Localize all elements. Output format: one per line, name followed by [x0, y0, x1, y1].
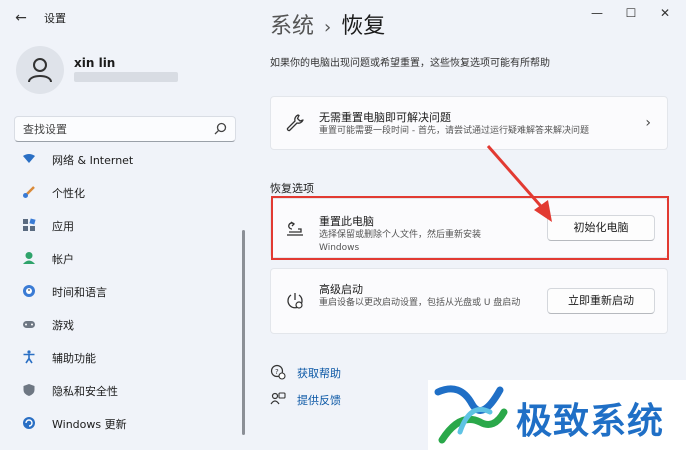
chevron-right-icon: › [645, 115, 651, 131]
sidebar-scrollbar[interactable] [242, 230, 245, 435]
close-button[interactable]: ✕ [648, 2, 682, 24]
sidebar-item-apps[interactable]: 应用 [14, 210, 236, 240]
app-title: 设置 [44, 12, 66, 25]
sidebar-item-windows-update[interactable]: Windows 更新 [14, 408, 236, 438]
wrench-icon [286, 114, 304, 132]
watermark-logo-icon [434, 385, 508, 444]
card-title: 重置此电脑 [319, 215, 374, 228]
search-icon[interactable] [214, 122, 227, 135]
watermark-text: 极致系统 [516, 401, 665, 442]
sidebar-item-time-language[interactable]: 时间和语言 [14, 276, 236, 306]
sidebar-item-gaming[interactable]: 游戏 [14, 309, 236, 339]
avatar[interactable] [16, 46, 64, 94]
breadcrumb-separator: › [324, 17, 332, 38]
link-label[interactable]: 提供反馈 [297, 392, 341, 408]
minimize-button[interactable]: — [580, 2, 614, 24]
search-input[interactable] [23, 121, 213, 137]
shield-icon [23, 384, 35, 396]
feedback-icon [270, 392, 286, 405]
sidebar-item-accounts[interactable]: 帐户 [14, 243, 236, 273]
card-description: 重启设备以更改启动设置，包括从光盘或 U 盘启动 [319, 298, 521, 308]
account-icon [23, 252, 35, 264]
sidebar-item-accessibility[interactable]: 辅助功能 [14, 342, 236, 372]
sidebar-item-label: 应用 [52, 220, 74, 233]
update-icon [23, 417, 35, 429]
sidebar-item-label: 帐户 [52, 253, 74, 266]
sidebar-item-label: Windows 更新 [52, 418, 127, 431]
sidebar-item-label: 辅助功能 [52, 352, 96, 365]
help-icon: ? [270, 364, 286, 380]
sidebar-item-label: 隐私和安全性 [52, 385, 118, 398]
page-title: 恢复 [341, 14, 386, 39]
card-description: 重置可能需要一段时间 - 首先，请尝试通过运行疑难解答来解决问题 [319, 126, 589, 136]
sidebar-item-label: 游戏 [52, 319, 74, 332]
section-title: 恢复选项 [270, 182, 314, 195]
sidebar-item-label: 时间和语言 [52, 286, 107, 299]
card-title: 高级启动 [319, 283, 363, 296]
advanced-startup-card: 高级启动 重启设备以更改启动设置，包括从光盘或 U 盘启动 立即重新启动 [270, 268, 668, 334]
settings-search[interactable] [14, 116, 236, 142]
breadcrumb-parent[interactable]: 系统 [270, 14, 314, 39]
card-description: 选择保留或删除个人文件，然后重新安装 Windows [319, 230, 482, 253]
reset-pc-button[interactable]: 初始化电脑 [547, 215, 655, 241]
svg-text:?: ? [275, 368, 279, 376]
reset-pc-icon [287, 221, 303, 236]
wifi-icon [23, 154, 35, 163]
maximize-button[interactable]: ☐ [614, 2, 648, 24]
restart-now-button[interactable]: 立即重新启动 [547, 288, 655, 314]
globe-clock-icon [23, 285, 35, 297]
sidebar-nav: 网络 & Internet 个性化 应用 帐户 时间和语言 游戏 辅助功能 隐私… [14, 150, 236, 440]
accessibility-icon [23, 350, 35, 364]
breadcrumb: 系统 › 恢复 [270, 8, 385, 40]
advanced-startup-icon [287, 293, 303, 309]
person-icon [28, 58, 52, 83]
sidebar-item-label: 网络 & Internet [52, 154, 134, 167]
brush-icon [23, 186, 35, 198]
page-description: 如果你的电脑出现问题或希望重置，这些恢复选项可能有所帮助 [270, 58, 550, 69]
reset-pc-card: 重置此电脑 选择保留或删除个人文件，然后重新安装 Windows 初始化电脑 [270, 198, 668, 258]
user-email-redacted [74, 72, 178, 82]
sidebar-item-network[interactable]: 网络 & Internet [14, 150, 236, 174]
back-button[interactable]: ← [10, 8, 32, 28]
sidebar-item-label: 个性化 [52, 187, 85, 200]
user-name: xin lin [74, 56, 116, 70]
watermark: 极致系统 [428, 380, 686, 450]
troubleshoot-card[interactable]: 无需重置电脑即可解决问题 重置可能需要一段时间 - 首先，请尝试通过运行疑难解答… [270, 96, 668, 150]
sidebar-item-personalization[interactable]: 个性化 [14, 177, 236, 207]
apps-icon [23, 218, 36, 231]
sidebar-item-privacy-security[interactable]: 隐私和安全性 [14, 375, 236, 405]
settings-window: ← 设置 — ☐ ✕ xin lin 网络 & Internet [0, 0, 686, 450]
link-label[interactable]: 获取帮助 [297, 365, 341, 381]
gamepad-icon [23, 321, 35, 328]
card-title: 无需重置电脑即可解决问题 [319, 111, 451, 124]
